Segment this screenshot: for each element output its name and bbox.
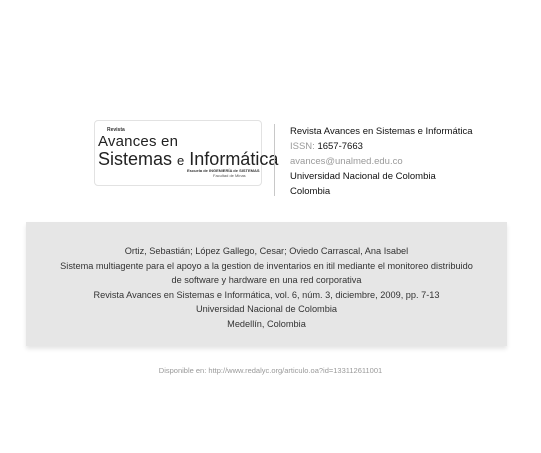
journal-name: Revista Avances en Sistemas e Informátic… — [290, 126, 473, 137]
logo-word-e: e — [177, 153, 185, 168]
logo-word-informatica: Informática — [189, 149, 279, 169]
reference-institution: Universidad Nacional de Colombia — [196, 304, 337, 314]
reference-citation: Revista Avances en Sistemas e Informátic… — [93, 289, 440, 300]
reference-panel: Ortiz, Sebastián; López Gallego, Cesar; … — [26, 222, 507, 346]
logo-faculty-text: Facultad de Minas — [213, 173, 246, 178]
journal-info: Revista Avances en Sistemas e Informátic… — [290, 124, 473, 199]
logo-word-sistemas: Sistemas — [98, 149, 173, 169]
issn-value: 1657-7663 — [317, 141, 363, 152]
reference-authors: Ortiz, Sebastián; López Gallego, Cesar; … — [124, 246, 409, 256]
vertical-divider — [274, 124, 275, 196]
logo-title-line1: Avances en — [98, 133, 179, 150]
journal-logo: Revista Avances en Sistemas e Informátic… — [94, 120, 278, 186]
journal-country: Colombia — [290, 186, 331, 197]
issn-line: ISSN: 1657-7663 — [290, 139, 473, 154]
reference-title-line1: Sistema multiagente para el apoyo a la g… — [60, 260, 473, 271]
journal-email[interactable]: avances@unalmed.edu.co — [290, 154, 473, 169]
issn-label: ISSN: — [290, 141, 315, 152]
journal-institution: Universidad Nacional de Colombia — [290, 171, 436, 182]
reference-text: Ortiz, Sebastián; López Gallego, Cesar; … — [26, 244, 507, 331]
reference-title-line2: de software y hardware en una red corpor… — [171, 275, 362, 285]
reference-city: Medellín, Colombia — [227, 318, 306, 329]
logo-title-line2: Sistemas e Informática — [98, 149, 278, 170]
available-link[interactable]: Disponible en: http://www.redalyc.org/ar… — [0, 366, 541, 375]
